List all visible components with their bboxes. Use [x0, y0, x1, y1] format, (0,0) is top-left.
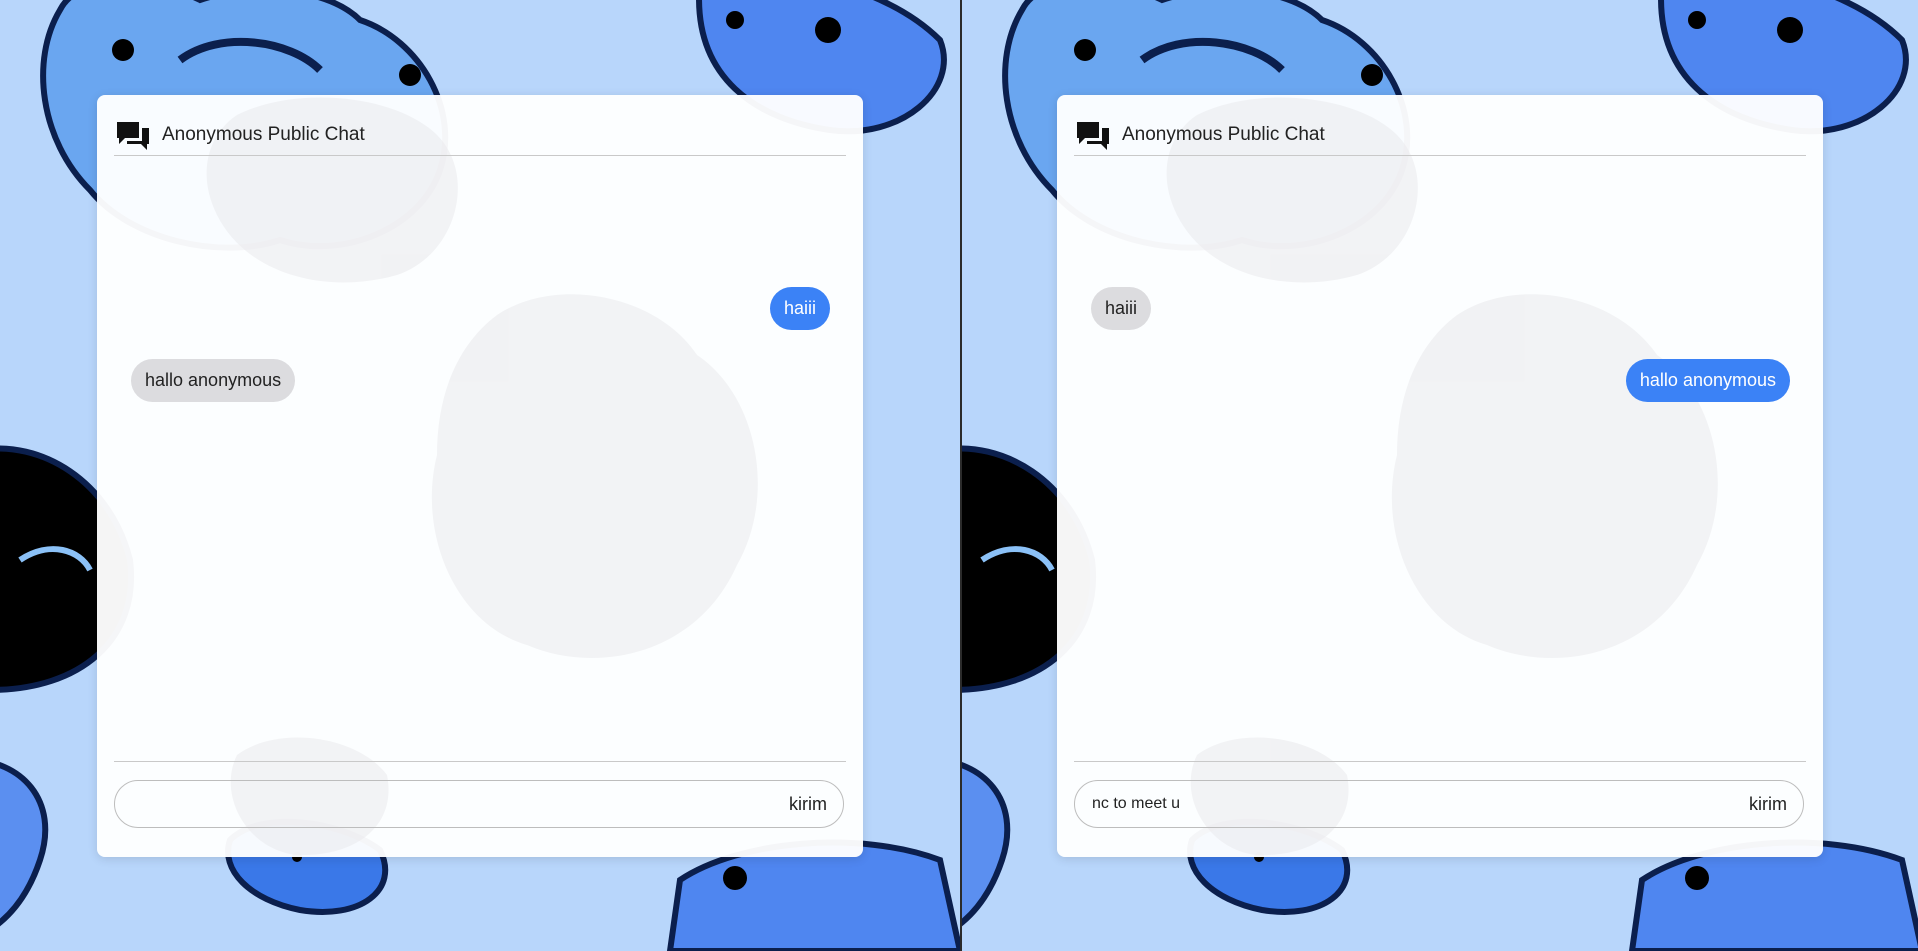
chat-card: Anonymous Public Chat haiii hallo anonym…: [1057, 95, 1823, 857]
chat-header: Anonymous Public Chat: [114, 115, 846, 156]
send-button[interactable]: kirim: [781, 794, 843, 815]
chat-window-right: Anonymous Public Chat haiii hallo anonym…: [962, 0, 1918, 951]
message-composer: kirim: [1074, 780, 1804, 828]
divider: [1074, 761, 1806, 762]
message-composer: kirim: [114, 780, 844, 828]
chat-header: Anonymous Public Chat: [1074, 115, 1806, 156]
chat-bubbles-icon: [117, 122, 149, 150]
divider: [114, 761, 846, 762]
page-title: Anonymous Public Chat: [1122, 124, 1325, 145]
message-input[interactable]: [1075, 783, 1741, 825]
message-bubble-sent: hallo anonymous: [1625, 359, 1790, 402]
message-list: haiii hallo anonymous: [1074, 190, 1806, 750]
message-list: haiii hallo anonymous: [114, 190, 846, 750]
message-input[interactable]: [115, 783, 781, 825]
message-bubble-received: haiii: [1091, 287, 1152, 330]
chat-window-left: Anonymous Public Chat haiii hallo anonym…: [0, 0, 960, 951]
chat-card: Anonymous Public Chat haiii hallo anonym…: [97, 95, 863, 857]
message-bubble-received: hallo anonymous: [131, 359, 296, 402]
page-title: Anonymous Public Chat: [162, 124, 365, 145]
message-bubble-sent: haiii: [769, 287, 830, 330]
chat-bubbles-icon: [1077, 122, 1109, 150]
send-button[interactable]: kirim: [1741, 794, 1803, 815]
